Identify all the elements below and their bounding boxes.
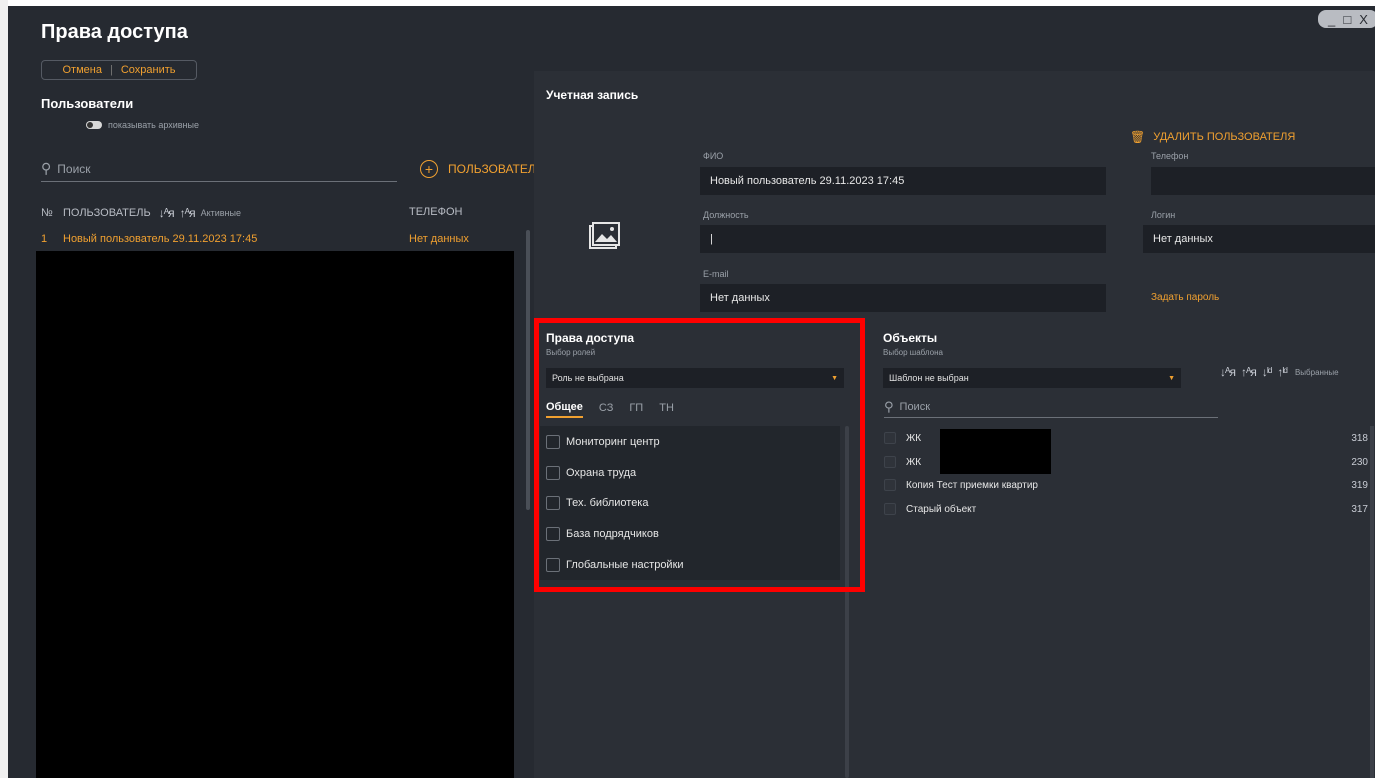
login-field[interactable]: Нет данных (1143, 225, 1375, 253)
sort-name-asc-icon[interactable]: ↓ᴬᴙ (1220, 365, 1236, 379)
table-row[interactable]: Копия Тест приемки квартир 319 (884, 476, 1368, 494)
search-icon: ⚲ (884, 398, 894, 414)
phone-field[interactable] (1151, 167, 1375, 195)
users-search-placeholder: Поиск (57, 161, 91, 176)
fio-field[interactable]: Новый пользователь 29.11.2023 17:45 (700, 167, 1106, 195)
email-label: E-mail (703, 269, 729, 279)
object-name: Старый объект (906, 503, 977, 515)
object-checkbox[interactable] (884, 432, 896, 444)
objects-scrollbar[interactable] (1370, 426, 1374, 778)
account-title: Учетная запись (546, 88, 639, 102)
highlight-box (534, 318, 865, 592)
trash-icon: 🗑 (1130, 130, 1146, 144)
users-search-input[interactable]: ⚲ Поиск (41, 156, 397, 182)
sort-name-desc-icon[interactable]: ↑ᴬᴙ (1241, 365, 1257, 379)
users-title: Пользователи (41, 96, 134, 111)
show-archived-label: показывать архивные (108, 120, 199, 130)
left-edge (0, 0, 8, 778)
object-id: 318 (1351, 432, 1368, 444)
objects-search-input[interactable]: ⚲ Поиск (884, 396, 1218, 418)
sort-desc-icon[interactable]: ↑ᴬᴙ (180, 206, 196, 220)
object-id: 230 (1351, 456, 1368, 468)
save-button[interactable]: Сохранить (121, 64, 176, 76)
search-icon: ⚲ (41, 160, 52, 176)
window-controls[interactable]: _ □ X (1318, 10, 1375, 28)
objects-search-placeholder: Поиск (899, 400, 931, 413)
table-row[interactable]: Старый объект 317 (884, 500, 1368, 518)
set-password-link[interactable]: Задать пароль (1151, 292, 1219, 303)
row-user-name[interactable]: Новый пользователь 29.11.2023 17:45 (63, 233, 257, 245)
objects-title: Объекты (883, 331, 938, 345)
row-phone: Нет данных (409, 233, 469, 245)
toolbar: Отмена | Сохранить (41, 60, 197, 80)
users-scrollbar[interactable] (526, 230, 530, 510)
plus-circle-icon: + (420, 160, 438, 178)
object-checkbox[interactable] (884, 456, 896, 468)
email-field[interactable]: Нет данных (700, 284, 1106, 312)
dropdown-caret-icon: ▼ (1168, 374, 1175, 382)
template-select[interactable]: Шаблон не выбран ▼ (883, 368, 1181, 388)
column-phone: ТЕЛЕФОН (409, 206, 463, 218)
objects-sort-controls: ↓ᴬᴙ ↑ᴬᴙ ↓ᴵᵈ ↑ᴵᵈ Выбранные (1220, 365, 1339, 379)
active-filter[interactable]: Активные (201, 208, 241, 218)
object-checkbox[interactable] (884, 479, 896, 491)
template-select-value: Шаблон не выбран (889, 373, 969, 383)
phone-label: Телефон (1151, 151, 1189, 161)
delete-user-button[interactable]: 🗑 УДАЛИТЬ ПОЛЬЗОВАТЕЛЯ (1130, 130, 1295, 144)
objects-subtitle: Выбор шаблона (883, 348, 943, 357)
login-label: Логин (1151, 210, 1176, 220)
object-checkbox[interactable] (884, 503, 896, 515)
sort-id-desc-icon[interactable]: ↑ᴵᵈ (1277, 365, 1288, 379)
close-icon[interactable]: X (1359, 12, 1368, 27)
column-no: № (41, 207, 53, 219)
row-number: 1 (41, 233, 48, 245)
minimize-icon[interactable]: _ (1328, 12, 1335, 27)
object-id: 319 (1351, 479, 1368, 491)
show-archived-toggle[interactable] (86, 121, 102, 129)
position-label: Должность (703, 210, 749, 220)
delete-user-label: УДАЛИТЬ ПОЛЬЗОВАТЕЛЯ (1153, 131, 1296, 143)
page-title: Права доступа (41, 21, 188, 43)
object-name: Копия Тест приемки квартир (906, 479, 1038, 491)
column-user[interactable]: ПОЛЬЗОВАТЕЛЬ (63, 207, 151, 219)
position-field[interactable]: | (700, 225, 1106, 253)
add-user-button[interactable]: + ПОЛЬЗОВАТЕЛЬ (420, 160, 544, 178)
toolbar-divider: | (109, 64, 113, 76)
redacted-area (36, 251, 514, 778)
object-id: 317 (1351, 503, 1368, 515)
sort-asc-icon[interactable]: ↓ᴬᴙ (159, 206, 175, 220)
add-user-label: ПОЛЬЗОВАТЕЛЬ (448, 162, 544, 176)
fio-label: ФИО (703, 151, 724, 161)
cancel-button[interactable]: Отмена (63, 64, 102, 76)
table-row[interactable]: 1 Новый пользователь 29.11.2023 17:45 (41, 233, 257, 245)
photo-placeholder-icon[interactable] (588, 222, 620, 252)
maximize-icon[interactable]: □ (1343, 12, 1351, 27)
selected-filter[interactable]: Выбранные (1295, 368, 1339, 377)
redacted-area (940, 429, 1051, 474)
users-table-header: № ПОЛЬЗОВАТЕЛЬ ↓ᴬᴙ ↑ᴬᴙ Активные (41, 206, 241, 220)
sort-id-asc-icon[interactable]: ↓ᴵᵈ (1262, 365, 1273, 379)
show-archived-row: показывать архивные (86, 120, 199, 130)
